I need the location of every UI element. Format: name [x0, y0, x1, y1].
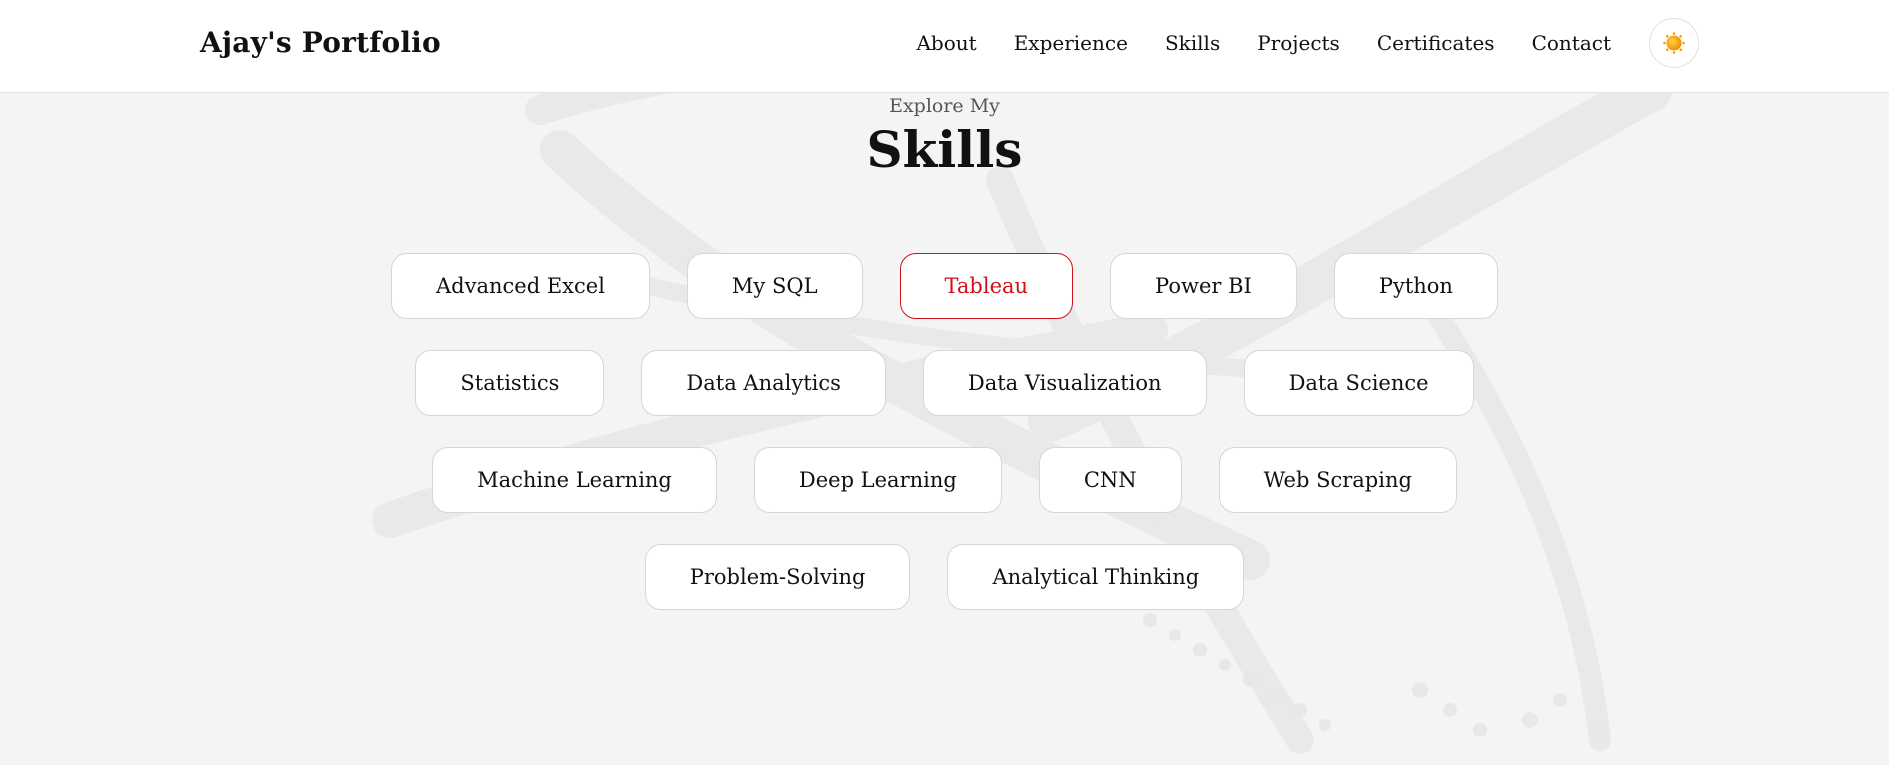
- skills-section-heading: Explore My Skills: [0, 92, 1889, 180]
- skill-chip-problem-solving[interactable]: Problem-Solving: [644, 544, 911, 610]
- skill-chip-my-sql[interactable]: My SQL: [686, 253, 863, 319]
- site-header: Ajay's Portfolio About Experience Skills…: [0, 0, 1889, 93]
- skill-chip-power-bi[interactable]: Power BI: [1110, 253, 1297, 319]
- skills-row: Machine Learning Deep Learning CNN Web S…: [0, 447, 1889, 513]
- skill-chip-data-visualization[interactable]: Data Visualization: [922, 350, 1207, 416]
- theme-toggle-button[interactable]: [1649, 18, 1699, 68]
- main-nav: About Experience Skills Projects Certifi…: [916, 26, 1611, 60]
- skill-chip-data-analytics[interactable]: Data Analytics: [641, 350, 886, 416]
- skill-chip-advanced-excel[interactable]: Advanced Excel: [391, 253, 650, 319]
- skill-chip-python[interactable]: Python: [1333, 253, 1498, 319]
- skill-chip-tableau[interactable]: Tableau: [899, 253, 1074, 319]
- skills-row: Advanced Excel My SQL Tableau Power BI P…: [0, 253, 1889, 319]
- skill-chip-cnn[interactable]: CNN: [1038, 447, 1182, 513]
- skill-chip-machine-learning[interactable]: Machine Learning: [432, 447, 717, 513]
- nav-contact[interactable]: Contact: [1532, 26, 1611, 60]
- skill-chip-analytical-thinking[interactable]: Analytical Thinking: [947, 544, 1245, 610]
- skill-chip-data-science[interactable]: Data Science: [1243, 350, 1474, 416]
- skill-chip-statistics[interactable]: Statistics: [415, 350, 605, 416]
- skills-row: Problem-Solving Analytical Thinking: [0, 544, 1889, 610]
- skills-row: Statistics Data Analytics Data Visualiza…: [0, 350, 1889, 416]
- nav-experience[interactable]: Experience: [1014, 26, 1128, 60]
- skills-grid: Advanced Excel My SQL Tableau Power BI P…: [0, 253, 1889, 641]
- nav-certificates[interactable]: Certificates: [1377, 26, 1495, 60]
- skill-chip-web-scraping[interactable]: Web Scraping: [1218, 447, 1457, 513]
- page: Ajay's Portfolio About Experience Skills…: [0, 0, 1889, 765]
- nav-projects[interactable]: Projects: [1257, 26, 1340, 60]
- section-eyebrow: Explore My: [889, 95, 1000, 117]
- skill-chip-deep-learning[interactable]: Deep Learning: [753, 447, 1002, 513]
- nav-skills[interactable]: Skills: [1165, 26, 1220, 60]
- brand-logo[interactable]: Ajay's Portfolio: [200, 24, 441, 62]
- nav-about[interactable]: About: [916, 26, 976, 60]
- section-title: Skills: [866, 120, 1023, 179]
- sun-icon: [1663, 32, 1685, 54]
